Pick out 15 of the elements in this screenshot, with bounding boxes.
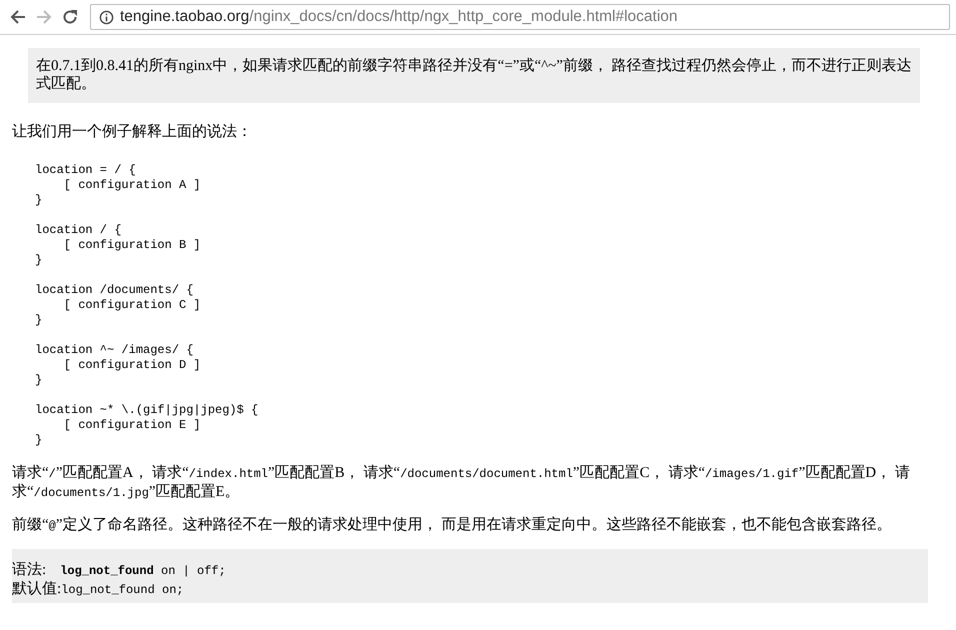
syntax-label: 默认值:	[12, 580, 62, 598]
syntax-label: 语法:	[12, 561, 46, 579]
syntax-value: log_not_found on | off;	[60, 563, 226, 580]
note-text: 在0.7.1到0.8.41的所有nginx中，如果请求匹配的前缀字符串路径并没有“=”或“^~”前缀， 路径查找过程仍然会停止，而不进行正则表达式匹配。	[36, 57, 912, 93]
paragraph: 前缀“@”定义了命名路径。这种路径不在一般的请求处理中使用， 而是用在请求重定向中。这些路径不能嵌套，也不能包含嵌套路径。	[12, 516, 892, 535]
paragraph: 请求“/”匹配配置A， 请求“/index.html”匹配配置B， 请求“/documents/document.html”匹配配置C， 请求“/images/1.gif”匹配配置D， 请求“/documents/1.jpg”匹配配置E。	[12, 464, 911, 502]
code-text: location / { [ configuration B ] }	[35, 223, 201, 268]
code-text: location ~* \.(gif|jpg|jpeg)$ { [ configuration E ] }	[35, 403, 258, 448]
code-text: location = / { [ configuration A ] }	[35, 163, 201, 208]
code-text: location ^~ /images/ { [ configuration D ] }	[35, 343, 201, 388]
code-text: location /documents/ { [ configuration C ] }	[35, 283, 201, 328]
syntax-value: log_not_found on;	[61, 582, 184, 599]
intro-text: 让我们用一个例子解释上面的说法：	[12, 123, 253, 141]
address-field[interactable]: tengine.taobao.org/nginx_docs/cn/docs/http/ngx_http_core_module.html#location	[90, 4, 950, 30]
info-icon[interactable]	[99, 10, 114, 24]
